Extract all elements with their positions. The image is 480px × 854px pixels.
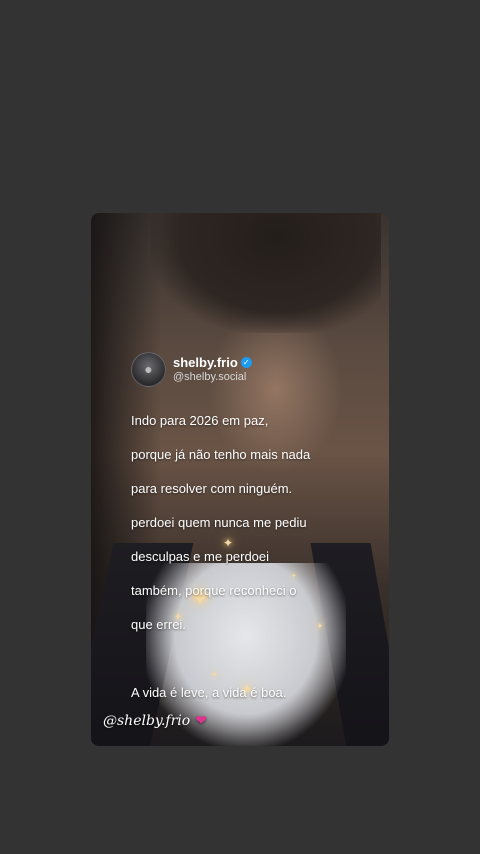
- handle: @shelby.social: [173, 371, 247, 383]
- tweet-line: perdoei quem nunca me pediu: [131, 515, 307, 530]
- tweet-line: para resolver com ninguém.: [131, 481, 293, 496]
- avatar: ●: [131, 351, 166, 387]
- tweet-header: ● shelby.frio ✓ @shelby.social: [131, 351, 341, 387]
- tweet-line: desculpas e me perdoei: [131, 549, 270, 564]
- verified-badge-icon: ✓: [240, 357, 252, 368]
- tweet-text: Indo para 2026 em paz, porque já não ten…: [131, 395, 341, 718]
- tweet-line: que errei.: [131, 617, 186, 632]
- watermark: @shelby.frio ❤: [103, 713, 207, 729]
- tweet-line: Indo para 2026 em paz,: [131, 413, 269, 428]
- tweet-card: ● shelby.frio ✓ @shelby.social Indo para…: [131, 351, 341, 718]
- hair-shadow: [151, 213, 381, 333]
- broken-heart-icon: ❤: [195, 713, 207, 729]
- tweet-line: também, porque reconheci o: [131, 583, 297, 598]
- display-name: shelby.frio: [173, 355, 238, 370]
- watermark-text: @shelby.frio: [103, 713, 191, 729]
- tweet-author: shelby.frio ✓ @shelby.social: [173, 355, 252, 383]
- tweet-closing: A vida é leve, a vida é boa.: [131, 685, 287, 700]
- name-row: shelby.frio ✓: [173, 355, 252, 370]
- tweet-line: porque já não tenho mais nada: [131, 447, 311, 462]
- avatar-person-icon: ●: [144, 361, 153, 377]
